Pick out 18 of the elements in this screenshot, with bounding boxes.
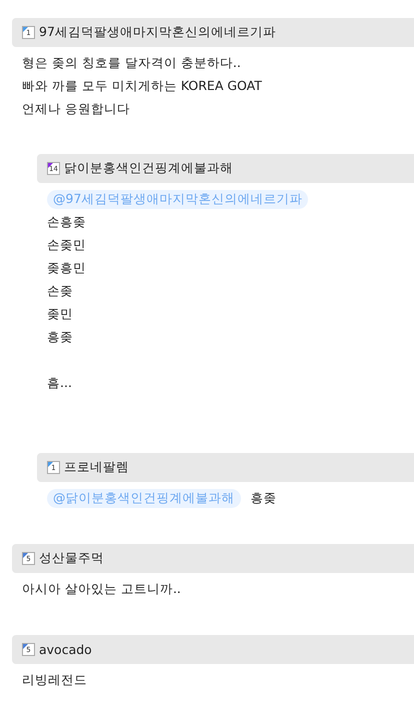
comment-text: 흥좆 (250, 490, 276, 507)
comment-text: 손좆 (47, 283, 73, 300)
comment-text: 언제나 응원합니다 (22, 101, 130, 118)
comment-text: 형은 좆의 칭호를 달자격이 충분하다.. (22, 55, 241, 72)
comment-text: 흥좆 (47, 329, 73, 346)
author-name[interactable]: 97세김덕팔생애마지막혼신의에네르기파 (39, 24, 276, 41)
author-name[interactable]: avocado (39, 642, 92, 657)
comment-text: 빠와 까를 모두 미치게하는 KOREA GOAT (22, 78, 262, 95)
comment-text: 흠... (47, 375, 72, 392)
author-name[interactable]: 프로네팔렘 (64, 459, 129, 476)
comment-text: 손좆민 (47, 237, 86, 254)
author-name[interactable]: 성산물주먹 (39, 550, 104, 567)
comment-text: 좆흥민 (47, 260, 86, 277)
comment-text: 리빙레전드 (22, 672, 87, 689)
comment-text: 좆민 (47, 306, 73, 323)
author-name[interactable]: 닭이분홍색인건핑계에불과해 (64, 160, 233, 177)
comment-text: 아시아 살아있는 고트니까.. (22, 581, 181, 598)
comment-text: 손흥좆 (47, 214, 86, 231)
